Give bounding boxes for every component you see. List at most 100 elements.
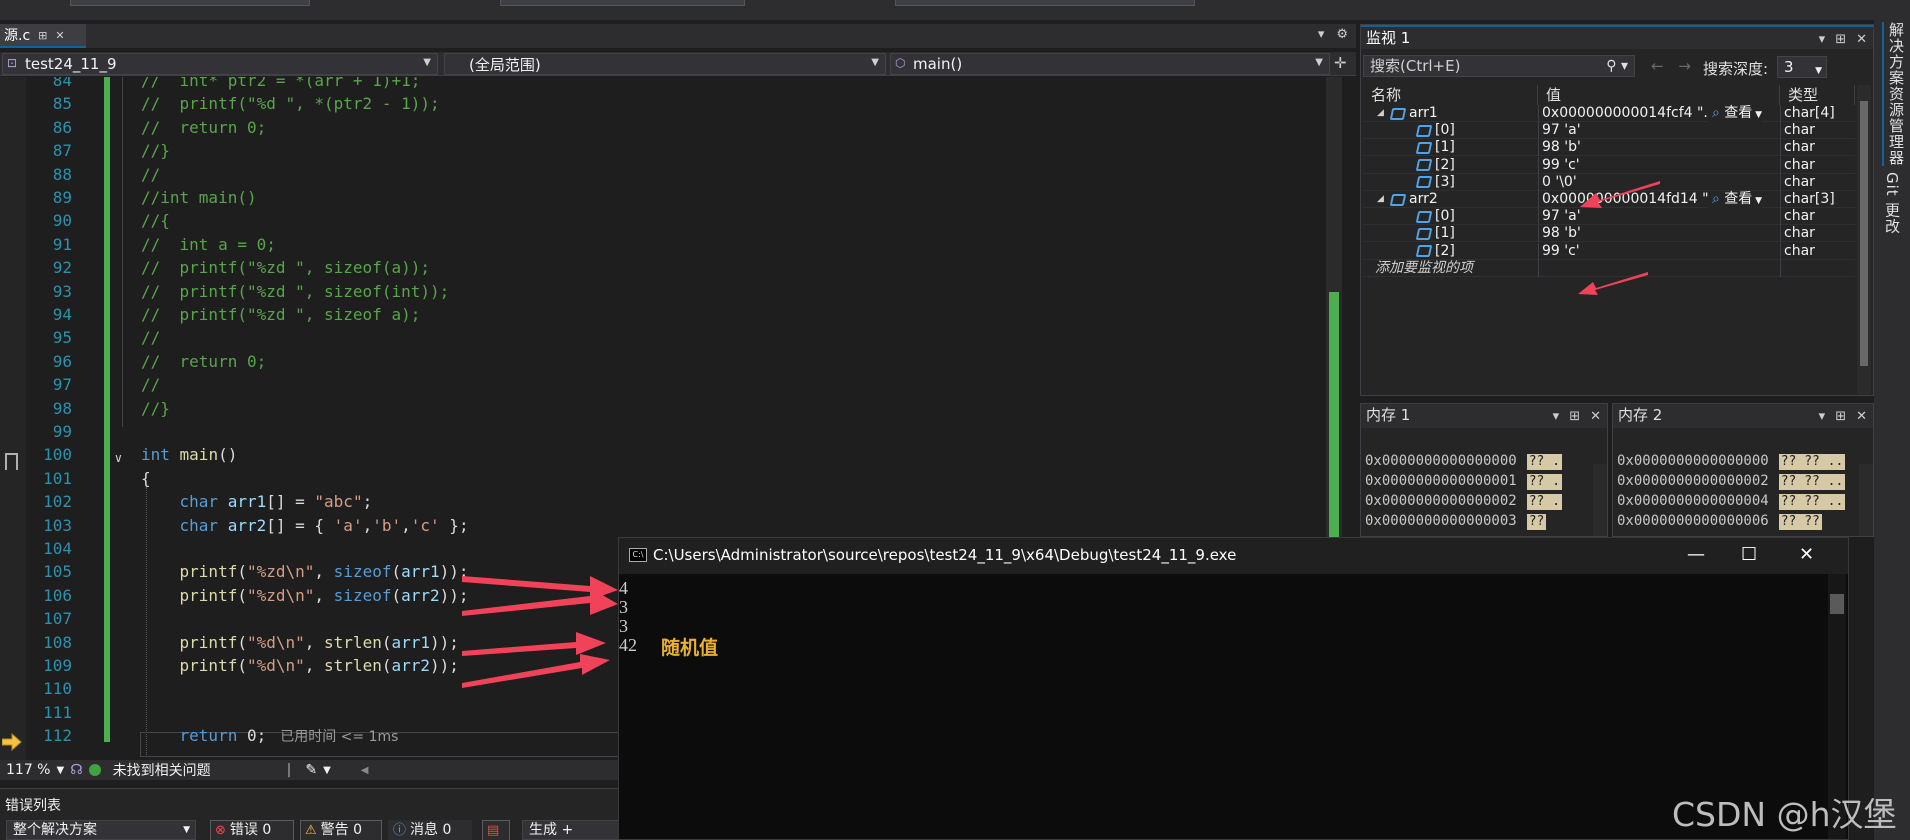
scroll-left-icon[interactable]: ◀ — [361, 765, 369, 776]
messages-filter-button[interactable]: ⓘ 消息 0 — [388, 820, 472, 840]
function-dropdown[interactable]: ⬡ main() ▼ — [890, 53, 1330, 75]
window-menu-icon[interactable]: ▾ — [1819, 29, 1826, 51]
search-icon[interactable]: ⚲ ▾ — [1606, 56, 1628, 76]
watch-row[interactable]: ◢ arr2 0x000000000014fd14 "... ⌕ 查看 ▼ char[3… — [1363, 191, 1855, 210]
watch-value[interactable]: 99 'c' — [1538, 243, 1778, 260]
expander-triangle-icon[interactable]: ◢ — [1377, 191, 1387, 208]
settings-gear-icon[interactable]: ⚙ — [1336, 27, 1348, 42]
watch-row[interactable]: [2] 99 'c' char — [1363, 156, 1855, 174]
add-watch-row[interactable]: 添加要监视的项 — [1363, 259, 1855, 277]
memory-bytes[interactable]: ?? ?? .. — [1778, 474, 1846, 490]
close-icon[interactable]: ✕ — [1856, 406, 1867, 428]
scope-dropdown[interactable]: (全局范围) ▼ — [444, 53, 886, 75]
issues-status[interactable]: 未找到相关问题 — [113, 760, 211, 780]
memory-row[interactable]: 0x0000000000000002 ?? . — [1365, 491, 1563, 511]
column-header-name[interactable]: 名称 — [1363, 85, 1538, 105]
pin-icon[interactable]: ⊞ — [1835, 406, 1846, 428]
errors-filter-button[interactable]: ⊗ 错误 0 — [210, 820, 294, 840]
code-line[interactable]: 90 //{ — [26, 209, 1326, 232]
memory-2-scrollbar[interactable] — [1859, 464, 1873, 536]
watch-row[interactable]: ◢ arr1 0x000000000014fcf4 "... ⌕ 查看 ▼ char[4… — [1363, 105, 1855, 124]
code-line[interactable]: 97 // — [26, 373, 1326, 396]
code-line[interactable]: 85 // printf("%d ", *(ptr2 - 1)); — [26, 92, 1326, 115]
memory-bytes[interactable]: ?? ?? .. — [1778, 454, 1846, 470]
pin-icon[interactable]: ⊞ — [1569, 406, 1580, 428]
code-line[interactable]: 87 //} — [26, 139, 1326, 162]
watch-scrollbar[interactable] — [1857, 85, 1871, 395]
pin-icon[interactable]: ⊞ — [1835, 29, 1846, 51]
visualizer-view-button[interactable]: ⌕ 查看 ▼ — [1708, 191, 1763, 210]
code-line[interactable]: 95 // — [26, 326, 1326, 349]
zoom-level[interactable]: 117 % — [6, 762, 50, 778]
watch-value[interactable]: 97 'a' — [1538, 208, 1778, 225]
glyph-margin[interactable] — [0, 77, 26, 760]
memory-1-scrollbar[interactable] — [1593, 464, 1607, 536]
arrow-left-icon[interactable]: ← — [1651, 57, 1664, 75]
window-menu-icon[interactable]: ▾ — [1819, 406, 1826, 428]
watch-panel-title[interactable]: 监视 1 ▾ ⊞ ✕ — [1361, 25, 1873, 49]
code-line[interactable]: 98 //} — [26, 397, 1326, 420]
watch-scrollbar-thumb[interactable] — [1860, 101, 1868, 366]
watch-row[interactable]: [1] 98 'b' char — [1363, 225, 1855, 243]
side-tab-solution-explorer[interactable]: 解决方案资源管理器 — [1882, 22, 1907, 166]
watch-value[interactable]: 0 '\0' — [1538, 174, 1778, 191]
watch-row[interactable]: [1] 98 'b' char — [1363, 139, 1855, 157]
memory-1-title[interactable]: 内存 1 ▾ ⊞ ✕ — [1361, 404, 1607, 428]
arrow-right-icon[interactable]: → — [1678, 57, 1691, 75]
error-list-title[interactable]: 错误列表 — [5, 795, 61, 815]
watch-row[interactable]: [3] 0 '\0' char — [1363, 173, 1855, 191]
watch-row[interactable]: [2] 99 'c' char — [1363, 242, 1855, 260]
code-line[interactable]: 100 int main() — [26, 443, 1326, 466]
memory-bytes[interactable]: ?? ?? — [1778, 514, 1822, 530]
top-dropdown-1[interactable] — [70, 0, 310, 6]
code-line[interactable]: 88 // — [26, 163, 1326, 186]
code-line[interactable]: 93 // printf("%zd ", sizeof(int)); — [26, 280, 1326, 303]
maximize-icon[interactable]: ☐ — [1741, 544, 1757, 565]
memory-row[interactable]: 0x0000000000000003?? — [1365, 511, 1547, 531]
memory-bytes[interactable]: ?? . — [1526, 474, 1563, 490]
watch-value[interactable]: 98 'b' — [1538, 225, 1778, 242]
memory-row[interactable]: 0x0000000000000006 ?? ?? — [1617, 511, 1822, 531]
close-icon[interactable]: ✕ — [55, 29, 64, 42]
close-icon[interactable]: ✕ — [1799, 544, 1814, 565]
code-line[interactable]: 84 // int* ptr2 = *(arr + 1)+1; — [26, 77, 1326, 92]
error-scope-dropdown[interactable]: 整个解决方案 ▼ — [6, 820, 196, 840]
code-line[interactable]: 92 // printf("%zd ", sizeof(a)); — [26, 256, 1326, 279]
code-line[interactable]: 99 — [26, 420, 1326, 443]
watch-row[interactable]: [0] 97 'a' char — [1363, 122, 1855, 140]
project-dropdown[interactable]: ⊡ test24_11_9 ▼ — [2, 53, 438, 75]
close-icon[interactable]: ✕ — [1856, 29, 1867, 51]
pin-icon[interactable]: ⊞ — [38, 29, 47, 42]
watch-value[interactable]: 98 'b' — [1538, 139, 1778, 156]
memory-bytes[interactable]: ?? — [1526, 514, 1547, 530]
code-line[interactable]: 94 // printf("%zd ", sizeof a); — [26, 303, 1326, 326]
code-line[interactable]: 89 //int main() — [26, 186, 1326, 209]
chevron-down-icon[interactable]: ▼ — [56, 765, 64, 776]
watch-value[interactable]: 99 'c' — [1538, 157, 1778, 174]
watch-value[interactable]: 97 'a' — [1538, 122, 1778, 139]
close-icon[interactable]: ✕ — [1590, 406, 1601, 428]
top-dropdown-2[interactable] — [500, 0, 745, 6]
filter-toggle-button[interactable]: ▤ — [482, 820, 510, 840]
copilot-icon[interactable]: ☊ — [70, 762, 82, 778]
memory-row[interactable]: 0x0000000000000000 ?? . — [1365, 451, 1563, 471]
memory-bytes[interactable]: ?? . — [1526, 494, 1563, 510]
search-depth-select[interactable]: 3 ▼ — [1777, 56, 1827, 78]
code-line[interactable]: 91 // int a = 0; — [26, 233, 1326, 256]
warnings-filter-button[interactable]: ⚠ 警告 0 — [300, 820, 382, 840]
window-menu-icon[interactable]: ▾ — [1553, 406, 1560, 428]
split-editor-icon[interactable]: ✛ — [1334, 54, 1347, 72]
column-header-value[interactable]: 值 — [1538, 85, 1780, 105]
code-line[interactable]: 96 // return 0; — [26, 350, 1326, 373]
chevron-down-icon[interactable]: ▼ — [323, 765, 331, 776]
tab-source-file[interactable]: 源.c ⊞ ✕ — [0, 24, 86, 48]
expander-triangle-icon[interactable]: ◢ — [1377, 105, 1387, 122]
tab-list-dropdown-icon[interactable]: ▾ — [1318, 27, 1325, 42]
side-tab-git-changes[interactable]: Git 更改 — [1882, 172, 1903, 234]
memory-row[interactable]: 0x0000000000000000 ?? ?? .. — [1617, 451, 1846, 471]
code-line[interactable]: 86 // return 0; — [26, 116, 1326, 139]
watch-row[interactable]: [0] 97 'a' char — [1363, 208, 1855, 226]
fold-collapse-icon[interactable]: ∨ — [114, 451, 123, 465]
cleanup-brush-icon[interactable]: ✎ — [305, 762, 317, 778]
watch-search-input[interactable]: 搜索(Ctrl+E) ⚲ ▾ — [1363, 55, 1635, 77]
